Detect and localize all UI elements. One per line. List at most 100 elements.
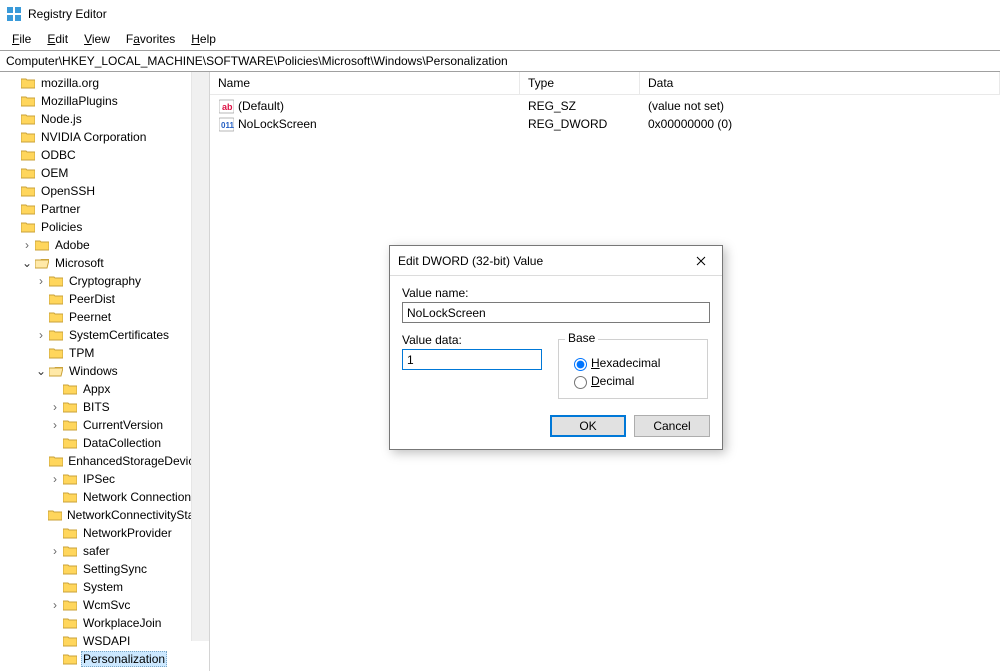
menu-view[interactable]: View <box>76 30 118 48</box>
valuename-input[interactable] <box>402 302 710 323</box>
tree-item[interactable]: Network Connections <box>0 488 209 506</box>
folder-icon <box>62 562 78 576</box>
tree-item[interactable]: Peernet <box>0 308 209 326</box>
tree-item[interactable]: NetworkConnectivityStatus <box>0 506 209 524</box>
chevron-right-icon[interactable]: › <box>48 418 62 432</box>
value-data: 0x00000000 (0) <box>640 117 1000 131</box>
tree-item[interactable]: EnhancedStorageDevices <box>0 452 209 470</box>
svg-text:011: 011 <box>221 121 234 130</box>
binary-value-icon: 011 <box>218 116 234 132</box>
col-header-name[interactable]: Name <box>210 72 520 94</box>
folder-icon <box>48 328 64 342</box>
value-data: (value not set) <box>640 99 1000 113</box>
tree-item[interactable]: MozillaPlugins <box>0 92 209 110</box>
radio-hexadecimal[interactable]: Hexadecimal <box>569 354 697 372</box>
chevron-down-icon[interactable]: ⌄ <box>34 364 48 378</box>
tree-item[interactable]: ODBC <box>0 146 209 164</box>
folder-icon <box>62 616 78 630</box>
folder-icon <box>20 166 36 180</box>
value-name: NoLockScreen <box>238 117 317 131</box>
value-type: REG_SZ <box>520 99 640 113</box>
folder-open-icon <box>34 256 50 270</box>
folder-icon <box>62 598 78 612</box>
tree-item[interactable]: ›CurrentVersion <box>0 416 209 434</box>
titlebar: Registry Editor <box>0 0 1000 28</box>
chevron-right-icon[interactable]: › <box>48 544 62 558</box>
menu-edit[interactable]: Edit <box>39 30 76 48</box>
tree-item[interactable]: Partner <box>0 200 209 218</box>
tree-item[interactable]: TPM <box>0 344 209 362</box>
menu-help[interactable]: Help <box>183 30 224 48</box>
tree-item[interactable]: System <box>0 578 209 596</box>
folder-icon <box>62 436 78 450</box>
list-row[interactable]: ab(Default) REG_SZ (value not set) <box>210 97 1000 115</box>
tree-item[interactable]: SettingSync <box>0 560 209 578</box>
tree-pane[interactable]: mozilla.org MozillaPlugins Node.js NVIDI… <box>0 72 210 671</box>
folder-icon <box>62 580 78 594</box>
list-row[interactable]: 011NoLockScreen REG_DWORD 0x00000000 (0) <box>210 115 1000 133</box>
folder-icon <box>20 220 36 234</box>
folder-icon <box>48 274 64 288</box>
tree-item[interactable]: Node.js <box>0 110 209 128</box>
folder-icon <box>62 652 78 666</box>
regedit-icon <box>6 6 22 22</box>
tree-item[interactable]: mozilla.org <box>0 74 209 92</box>
tree-item[interactable]: PeerDist <box>0 290 209 308</box>
chevron-right-icon[interactable]: › <box>48 598 62 612</box>
folder-icon <box>34 238 50 252</box>
menu-file[interactable]: File <box>4 30 39 48</box>
chevron-right-icon[interactable]: › <box>34 274 48 288</box>
chevron-right-icon[interactable]: › <box>34 328 48 342</box>
folder-icon <box>62 418 78 432</box>
folder-icon <box>48 310 64 324</box>
dialog-body: Value name: Value data: Base Hexadecimal… <box>390 276 722 403</box>
tree-item[interactable]: ⌄Microsoft <box>0 254 209 272</box>
radio-decimal[interactable]: Decimal <box>569 372 697 390</box>
menubar: File Edit View Favorites Help <box>0 28 1000 50</box>
folder-icon <box>48 292 64 306</box>
tree-item[interactable]: OEM <box>0 164 209 182</box>
tree-item[interactable]: ›WcmSvc <box>0 596 209 614</box>
list-header: Name Type Data <box>210 72 1000 95</box>
tree-item[interactable]: ›IPSec <box>0 470 209 488</box>
tree-item[interactable]: NVIDIA Corporation <box>0 128 209 146</box>
close-icon[interactable] <box>688 250 714 272</box>
tree-item[interactable]: Policies <box>0 218 209 236</box>
col-header-data[interactable]: Data <box>640 72 1000 94</box>
edit-dword-dialog: Edit DWORD (32-bit) Value Value name: Va… <box>389 245 723 450</box>
chevron-right-icon[interactable]: › <box>20 238 34 252</box>
valuedata-input[interactable] <box>402 349 542 370</box>
folder-icon <box>20 202 36 216</box>
tree-item[interactable]: ›Adobe <box>0 236 209 254</box>
chevron-right-icon[interactable]: › <box>48 472 62 486</box>
folder-icon <box>20 76 36 90</box>
tree-item[interactable]: ›Cryptography <box>0 272 209 290</box>
tree-item[interactable]: ›safer <box>0 542 209 560</box>
tree-item[interactable]: ›BITS <box>0 398 209 416</box>
window-title: Registry Editor <box>28 7 107 21</box>
tree-item[interactable]: OpenSSH <box>0 182 209 200</box>
tree-item[interactable]: WSDAPI <box>0 632 209 650</box>
tree-item[interactable]: WorkplaceJoin <box>0 614 209 632</box>
chevron-right-icon[interactable]: › <box>48 400 62 414</box>
ok-button[interactable]: OK <box>550 415 626 437</box>
folder-icon <box>62 382 78 396</box>
tree-item[interactable]: NetworkProvider <box>0 524 209 542</box>
tree-item[interactable]: ›SystemCertificates <box>0 326 209 344</box>
value-name: (Default) <box>238 99 284 113</box>
address-bar[interactable]: Computer\HKEY_LOCAL_MACHINE\SOFTWARE\Pol… <box>0 50 1000 72</box>
menu-favorites[interactable]: Favorites <box>118 30 183 48</box>
radio-hex-input[interactable] <box>574 358 587 371</box>
folder-icon <box>62 544 78 558</box>
col-header-type[interactable]: Type <box>520 72 640 94</box>
tree-item-selected[interactable]: Personalization <box>0 650 209 668</box>
radio-dec-input[interactable] <box>574 376 587 389</box>
tree-item[interactable]: Appx <box>0 380 209 398</box>
folder-icon <box>62 526 78 540</box>
tree-item[interactable]: DataCollection <box>0 434 209 452</box>
folder-icon <box>20 94 36 108</box>
cancel-button[interactable]: Cancel <box>634 415 710 437</box>
dialog-titlebar[interactable]: Edit DWORD (32-bit) Value <box>390 246 722 276</box>
chevron-down-icon[interactable]: ⌄ <box>20 256 34 270</box>
tree-item[interactable]: ⌄Windows <box>0 362 209 380</box>
